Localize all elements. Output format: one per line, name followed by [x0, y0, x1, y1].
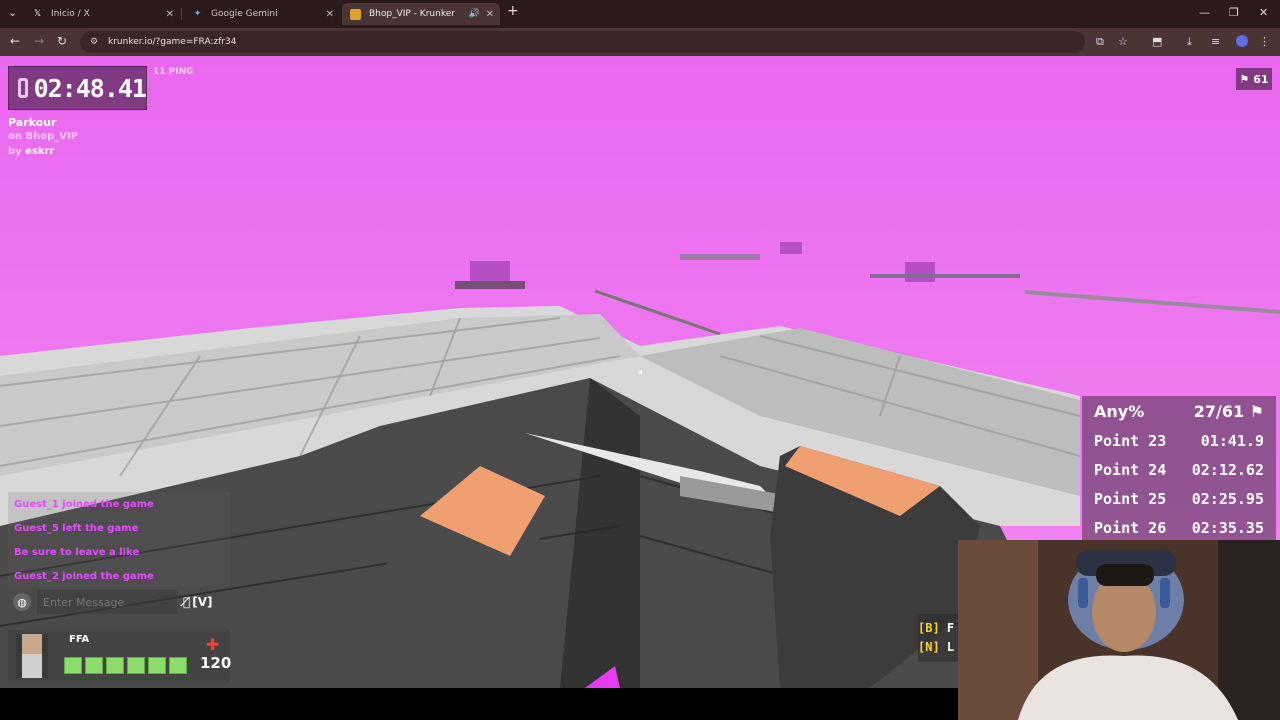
keyhint-b: [B] F — [918, 621, 954, 635]
forward-icon[interactable]: → — [34, 34, 44, 48]
menu-icon[interactable]: ⋮ — [1259, 35, 1270, 48]
new-tab-button[interactable]: + — [507, 3, 519, 19]
chat-input[interactable] — [37, 590, 177, 614]
close-icon[interactable]: ✕ — [326, 9, 334, 20]
tab-title: Bhop_VIP - Krunker — [369, 9, 455, 19]
split-time: 02:25.95 — [1191, 489, 1264, 508]
close-icon[interactable]: ✕ — [486, 9, 494, 20]
health-segment — [169, 657, 187, 674]
split-label: Point 24 — [1094, 460, 1167, 479]
split-label: Point 23 — [1094, 431, 1167, 450]
crosshair — [639, 371, 642, 374]
health-segment — [64, 657, 82, 674]
stopwatch-icon — [18, 78, 28, 98]
keyhint-n: [N] L — [918, 640, 954, 654]
chat-log: Guest_1 joined the game Guest_5 left the… — [8, 492, 230, 586]
tab-google-gemini[interactable]: ✦ Google Gemini ✕ — [184, 3, 340, 25]
tab-title: Inicio / X — [51, 9, 90, 19]
chat-input-row: ◍ 🎙̸ [V] — [8, 589, 230, 615]
splits-progress: 27/61 — [1193, 401, 1245, 421]
tab-divider — [181, 8, 182, 20]
checkpoint-count: ⚑ 61 — [1236, 68, 1272, 90]
player-status: FFA ✚ 120 — [8, 630, 232, 682]
team-label: FFA — [69, 634, 90, 645]
x-logo-icon: 𝕏 — [33, 9, 42, 19]
player-avatar — [16, 634, 48, 678]
keyhint-key: [B] — [918, 621, 940, 635]
split-time: 01:41.9 — [1200, 431, 1264, 450]
run-timer: 02:48.41 — [8, 66, 147, 110]
keyhint-text: L — [946, 640, 955, 654]
mute-mic-icon[interactable]: 🎙̸ — [183, 595, 190, 609]
flag-icon: ⚑ — [1239, 72, 1250, 86]
splits-panel: Any% 27/61 ⚑ Point 23 01:41.9 Point 24 0… — [1082, 396, 1276, 542]
splits-progress-wrap: 27/61 ⚑ — [1194, 402, 1264, 421]
map-name: on Bhop_VIP — [8, 131, 79, 142]
close-icon[interactable]: ✕ — [166, 9, 174, 20]
author-prefix: by — [8, 146, 22, 157]
split-row: Point 26 02:35.35 — [1082, 513, 1276, 542]
map-author-label: by eskrr — [8, 146, 54, 157]
keyhint-text: F — [946, 621, 955, 635]
chat-message: Guest_2 joined the game — [14, 570, 154, 582]
game-mode: Parkour — [8, 116, 57, 129]
health-segment — [106, 657, 124, 674]
address-bar-row: ← → ↻ ⚙ krunker.io/?game=FRA:zfr34 ⧉ ☆ ⬒… — [0, 28, 1280, 56]
split-row: Point 25 02:25.95 — [1082, 484, 1276, 513]
split-row: Point 24 02:12.62 — [1082, 455, 1276, 484]
keyhint-key: [N] — [918, 640, 940, 654]
health-plus-icon: ✚ — [206, 635, 220, 654]
chat-message: Guest_1 joined the game — [14, 498, 154, 510]
site-info-icon[interactable]: ⚙ — [90, 37, 100, 47]
streamer-camera-image — [958, 540, 1280, 720]
health-bar — [64, 657, 187, 674]
split-time: 02:12.62 — [1191, 460, 1264, 479]
tab-search-icon[interactable]: ⌄ — [8, 6, 17, 19]
mute-hint: [V] — [192, 595, 213, 609]
maximize-icon[interactable]: ❐ — [1229, 6, 1239, 19]
health-value: 120 — [200, 654, 232, 672]
profile-avatar[interactable] — [1236, 35, 1248, 47]
flag-icon: ⚑ — [1249, 401, 1264, 421]
minimize-icon[interactable]: — — [1199, 6, 1210, 19]
health-segment — [85, 657, 103, 674]
extensions-icon[interactable]: ⬒ — [1152, 35, 1162, 48]
flag-count-value: 61 — [1253, 72, 1269, 86]
install-app-icon[interactable]: ⧉ — [1096, 35, 1104, 49]
url-text: krunker.io/?game=FRA:zfr34 — [108, 37, 237, 47]
timer-value: 02:48.41 — [33, 73, 147, 103]
chat-message: Be sure to leave a like — [14, 546, 140, 558]
tab-krunker[interactable]: Bhop_VIP - Krunker 🔊 ✕ — [342, 3, 500, 25]
split-row: Point 23 01:41.9 — [1082, 426, 1276, 455]
tab-title: Google Gemini — [211, 9, 278, 19]
reload-icon[interactable]: ↻ — [57, 34, 67, 48]
webcam-overlay — [958, 540, 1280, 720]
ping-text: 11 PING — [153, 67, 194, 77]
split-label: Point 26 — [1094, 518, 1167, 537]
back-icon[interactable]: ← — [10, 34, 20, 48]
health-segment — [148, 657, 166, 674]
health-segment — [127, 657, 145, 674]
bookmark-star-icon[interactable]: ☆ — [1118, 35, 1128, 48]
splits-header: Any% 27/61 ⚑ — [1082, 396, 1276, 426]
splits-category: Any% — [1094, 401, 1145, 421]
globe-icon[interactable]: ◍ — [13, 593, 31, 611]
map-author: eskrr — [25, 146, 55, 157]
tab-inicio-x[interactable]: 𝕏 Inicio / X ✕ — [24, 3, 180, 25]
chat-message: Guest_5 left the game — [14, 522, 139, 534]
split-label: Point 25 — [1094, 489, 1167, 508]
url-field[interactable]: ⚙ krunker.io/?game=FRA:zfr34 — [80, 31, 1085, 53]
download-icon[interactable]: ⤓ — [1187, 35, 1192, 49]
gemini-icon: ✦ — [193, 9, 202, 19]
krunker-icon — [350, 8, 361, 20]
speaker-icon[interactable]: 🔊 — [469, 9, 480, 19]
close-window-icon[interactable]: ✕ — [1259, 6, 1268, 19]
media-icon[interactable]: ≡ — [1211, 35, 1220, 48]
tab-strip: ⌄ 𝕏 Inicio / X ✕ ✦ Google Gemini ✕ Bhop_… — [0, 0, 1280, 28]
split-time: 02:35.35 — [1191, 518, 1264, 537]
